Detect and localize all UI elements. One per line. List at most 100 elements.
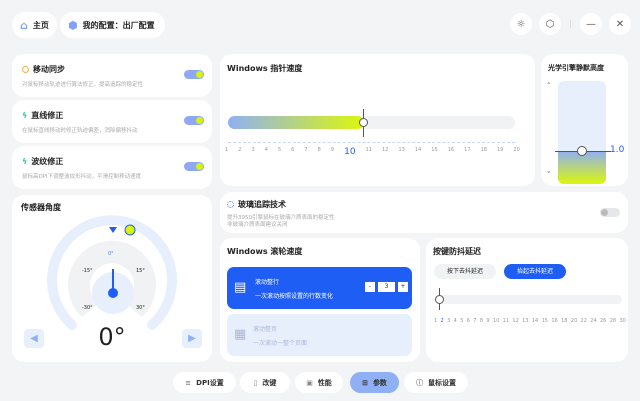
tick-label: 5 [277,147,282,153]
lift-off-card: 光学引擎静默高度 ˄ ˅ 1.0 [541,54,628,186]
theme-button[interactable]: ☼ [510,13,532,35]
settings-button[interactable]: ⬡ [539,13,561,35]
tick-label: 11 [502,318,510,324]
divider [570,20,571,28]
chart-icon: ▣ [306,378,313,387]
up-arrow-icon[interactable]: ˄ [547,82,551,90]
list-icon: ▤ [234,280,247,295]
press-debounce-button[interactable]: 按下去抖延迟 [434,264,496,279]
sun-icon: ☼ [516,18,526,30]
increment-button[interactable]: + [398,282,408,292]
pointer-triangle [109,227,117,233]
circle-icon [22,66,29,73]
nav-mouse-settings[interactable]: ⓘ 鼠标设置 [404,372,468,393]
tick-label: 11 [365,147,372,153]
cube-icon: ⬢ [68,18,78,32]
angle-snap-card: ϟ 直线修正 在鼠标直线移动时修正轨迹偏差，消除偏移抖动 [12,100,212,143]
tick-label: 3 [447,318,451,324]
tick-label: 8 [479,318,484,324]
motion-sync-card: 移动同步 对鼠标移动轨迹进行算法修正，提高追踪的稳定性 [12,54,212,97]
tick-label: 14 [414,147,422,153]
tick-label: 22 [580,318,587,324]
tick-label: 8 [317,147,321,153]
sensor-angle-card: 传感器角度 0° -15° 15° -30° 30° ◀ ▶ 0° [12,195,212,362]
lod-handle[interactable] [577,146,587,156]
lines-input[interactable]: 3 [378,282,395,292]
tick-label: 10 [344,147,356,157]
nav-dpi[interactable]: ≡ DPI设置 [173,372,236,393]
tick-label: 15 [541,318,548,324]
down-arrow-icon[interactable]: ˅ [547,171,551,179]
close-icon: ✕ [615,18,625,30]
pointer-speed-card: Windows 指针速度 1 2 3 4 5 6 7 8 9 10 11 12 13 14 15 16 17 18… [220,54,535,186]
close-button[interactable]: ✕ [609,13,631,35]
dashed-circle-icon [227,201,234,208]
zigzag-icon: ϟ [22,111,28,120]
release-debounce-button[interactable]: 抬起去抖延迟 [504,264,566,279]
tick-label: 13 [398,147,405,153]
tick-label: 18 [561,318,568,324]
profile-button[interactable]: ⬢ 我的配置：出厂配置 [60,12,165,38]
tick-label: 6 [466,318,470,324]
home-icon: ⌂ [20,18,28,32]
tick-label: 15 [431,147,438,153]
tick-label: 4 [453,318,457,324]
tick-label: 17 [464,147,471,153]
tick-label: 7 [473,318,477,324]
decrement-button[interactable]: - [365,282,375,292]
rotate-right-button[interactable]: ▶ [182,329,202,348]
debounce-handle[interactable] [435,295,444,304]
tick-label: 2 [238,147,242,153]
tick-label: 4 [264,147,268,153]
slider-fill [228,116,364,129]
tick-label: 10 [492,318,500,324]
tick-label: 6 [291,147,295,153]
tick-label: 7 [304,147,308,153]
glass-tracking-card: 玻璃追踪技术 提升3950引擎鼠标在玻璃介质表面的稳定性 非玻璃介质表面建议关闭 [220,192,628,233]
bars-icon: ≡ [185,378,192,387]
scroll-page-option[interactable]: ▦ 滚动整页 一次滚动一整个页面 [227,314,412,356]
tick-label: 5 [460,318,464,324]
tick-label: 18 [480,147,487,153]
debounce-card: 按键防抖延迟 按下去抖延迟 抬起去抖延迟 1 2 3 4 5 6 7 8 9 10 11 12 13 14… [426,238,628,362]
minimize-icon: — [586,18,596,30]
tick-label: 13 [522,318,529,324]
zigzag-icon: ϟ [22,157,28,166]
angle-snap-toggle[interactable] [184,116,204,125]
tick-label: 1 [434,318,438,324]
ripple-card: ϟ 波纹修正 鼠标高DPI下调整波纹形抖动，平滑控制移动速度 [12,146,212,189]
grid-icon: ⊞ [362,378,368,387]
tick-label: 20 [570,318,578,324]
nav-performance[interactable]: ▣ 性能 [295,372,343,393]
glass-tracking-toggle[interactable] [600,208,620,217]
tick-label: 20 [513,147,520,153]
tick-label: 14 [531,318,539,324]
tick-label: 26 [600,318,607,324]
tick-label: 9 [330,147,335,153]
minimize-button[interactable]: — [580,13,602,35]
scroll-lines-option[interactable]: ▤ 滚动整行 一次滚动按照设置的行数变化 - 3 + [227,267,412,309]
info-icon: ⓘ [416,378,423,387]
motion-sync-toggle[interactable] [184,70,204,79]
tick-label: 9 [486,318,490,324]
tick-label: 28 [609,318,617,324]
tick-label: 24 [590,318,597,324]
home-button[interactable]: ⌂ 主页 [12,12,57,38]
debounce-slider[interactable] [436,295,622,304]
scroll-speed-card: Windows 滚轮速度 ▤ 滚动整行 一次滚动按照设置的行数变化 - 3 + … [220,238,420,362]
tick-label: 16 [551,318,558,324]
slider-handle[interactable] [359,118,368,127]
ripple-toggle[interactable] [184,162,204,171]
tick-label: 16 [447,147,455,153]
nav-keys[interactable]: ▯ 改键 [240,372,290,393]
gear-icon: ⬡ [545,18,555,30]
rotate-left-button[interactable]: ◀ [24,329,44,348]
angle-value: 0° [98,323,126,351]
tick-label: 12 [512,318,519,324]
tick-label: 30 [619,318,626,324]
tick-label: 19 [496,147,504,153]
tick-label: 2 [440,318,444,324]
tick-label: 12 [382,147,389,153]
nav-params[interactable]: ⊞ 参数 [350,372,399,393]
mouse-icon: ▯ [253,378,258,387]
